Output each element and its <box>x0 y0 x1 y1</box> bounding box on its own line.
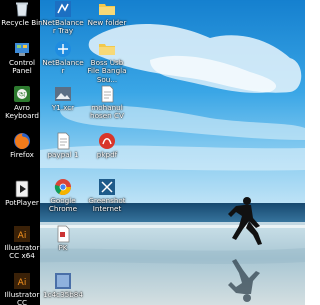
image-file-icon <box>55 87 71 101</box>
svg-text:Ai: Ai <box>18 278 27 288</box>
chrome-icon <box>54 179 71 196</box>
desktop-icon-pkpdf[interactable]: pkpdf <box>85 132 129 159</box>
svg-text:Ai: Ai <box>18 231 27 241</box>
netbalancer-icon <box>55 1 71 17</box>
pdf-red-icon <box>99 133 115 149</box>
avro-keyboard-icon: অ <box>14 86 30 102</box>
desktop-icon-label: pkpdf <box>96 150 118 159</box>
desktop-icon-label: Firefox <box>10 150 34 159</box>
desktop-icon-label: paypal 1 <box>47 150 79 159</box>
desktop-icon-boss-usb-file[interactable]: Boss Usb File Bangla Sou... <box>85 40 129 84</box>
desktop-icon-label: PotPlayer <box>5 198 39 207</box>
desktop-icon-label: Control Panel <box>9 58 35 76</box>
desktop-icon-1c4c35b84[interactable]: 1c4c35b84 <box>41 272 85 299</box>
desktop-icon-netbalancer-tray[interactable]: NetBalancer Tray <box>41 0 85 36</box>
illustrator-icon: Ai <box>14 226 30 242</box>
desktop-icon-label: Boss Usb File Bangla Sou... <box>87 58 127 84</box>
desktop-icon-label: Recycle Bin <box>1 18 43 27</box>
desktop-icon-illustrator-cc[interactable]: Ai Illustrator CC <box>0 272 44 305</box>
desktop: Recycle Bin Control Panel অ Avro Keyboar… <box>0 0 305 305</box>
desktop-icon-netbalancer[interactable]: NetBalancer <box>41 40 85 76</box>
netbalancer-icon <box>55 41 71 57</box>
desktop-icon-label: Google Chrome <box>48 196 78 214</box>
desktop-icon-pk[interactable]: PK <box>41 225 85 252</box>
folder-icon <box>99 44 115 55</box>
desktop-icon-potplayer[interactable]: PotPlayer <box>0 180 44 207</box>
desktop-icon-recycle-bin[interactable]: Recycle Bin <box>0 0 44 27</box>
illustrator-icon: Ai <box>14 273 30 289</box>
desktop-icon-avro-keyboard[interactable]: অ Avro Keyboard <box>0 85 44 121</box>
recycle-bin-icon <box>16 2 28 17</box>
potplayer-icon <box>15 180 29 198</box>
desktop-icon-new-folder[interactable]: New folder <box>85 0 129 27</box>
desktop-icon-label: mohanul hosen CV <box>90 103 124 121</box>
svg-text:অ: অ <box>18 90 27 99</box>
desktop-icon-label: New folder <box>87 18 127 27</box>
desktop-icon-label: Illustrator CC <box>4 290 40 305</box>
pdf-file-icon <box>101 85 114 103</box>
image-file-icon <box>55 273 71 289</box>
control-panel-icon <box>15 43 29 56</box>
desktop-icon-mohanul-hosen-cv[interactable]: mohanul hosen CV <box>85 85 129 121</box>
greenshot-icon <box>99 179 115 195</box>
desktop-icon-control-panel[interactable]: Control Panel <box>0 40 44 76</box>
document-icon <box>57 225 70 243</box>
desktop-icon-label: 1c4c35b84 <box>43 290 83 299</box>
desktop-icon-label: PK <box>58 243 68 252</box>
desktop-icon-label: NetBalancer Tray <box>42 18 84 36</box>
desktop-icon-y1-xcr[interactable]: Y1.xcr <box>41 85 85 112</box>
desktop-icon-label: Y1.xcr <box>51 103 75 112</box>
firefox-icon <box>14 133 30 149</box>
desktop-icon-firefox[interactable]: Firefox <box>0 132 44 159</box>
folder-icon <box>99 4 115 15</box>
desktop-icon-google-chrome[interactable]: Google Chrome <box>41 178 85 214</box>
desktop-icon-label: Greenshot Internet <box>88 196 126 214</box>
document-icon <box>57 132 70 150</box>
desktop-icon-paypal-1[interactable]: paypal 1 <box>41 132 85 159</box>
desktop-icon-label: NetBalancer <box>42 58 84 76</box>
desktop-icon-illustrator-cc-x64[interactable]: Ai Illustrator CC x64 <box>0 225 44 261</box>
desktop-icon-label: Illustrator CC x64 <box>4 243 40 261</box>
desktop-icon-label: Avro Keyboard <box>5 103 39 121</box>
desktop-icon-greenshot[interactable]: Greenshot Internet <box>85 178 129 214</box>
